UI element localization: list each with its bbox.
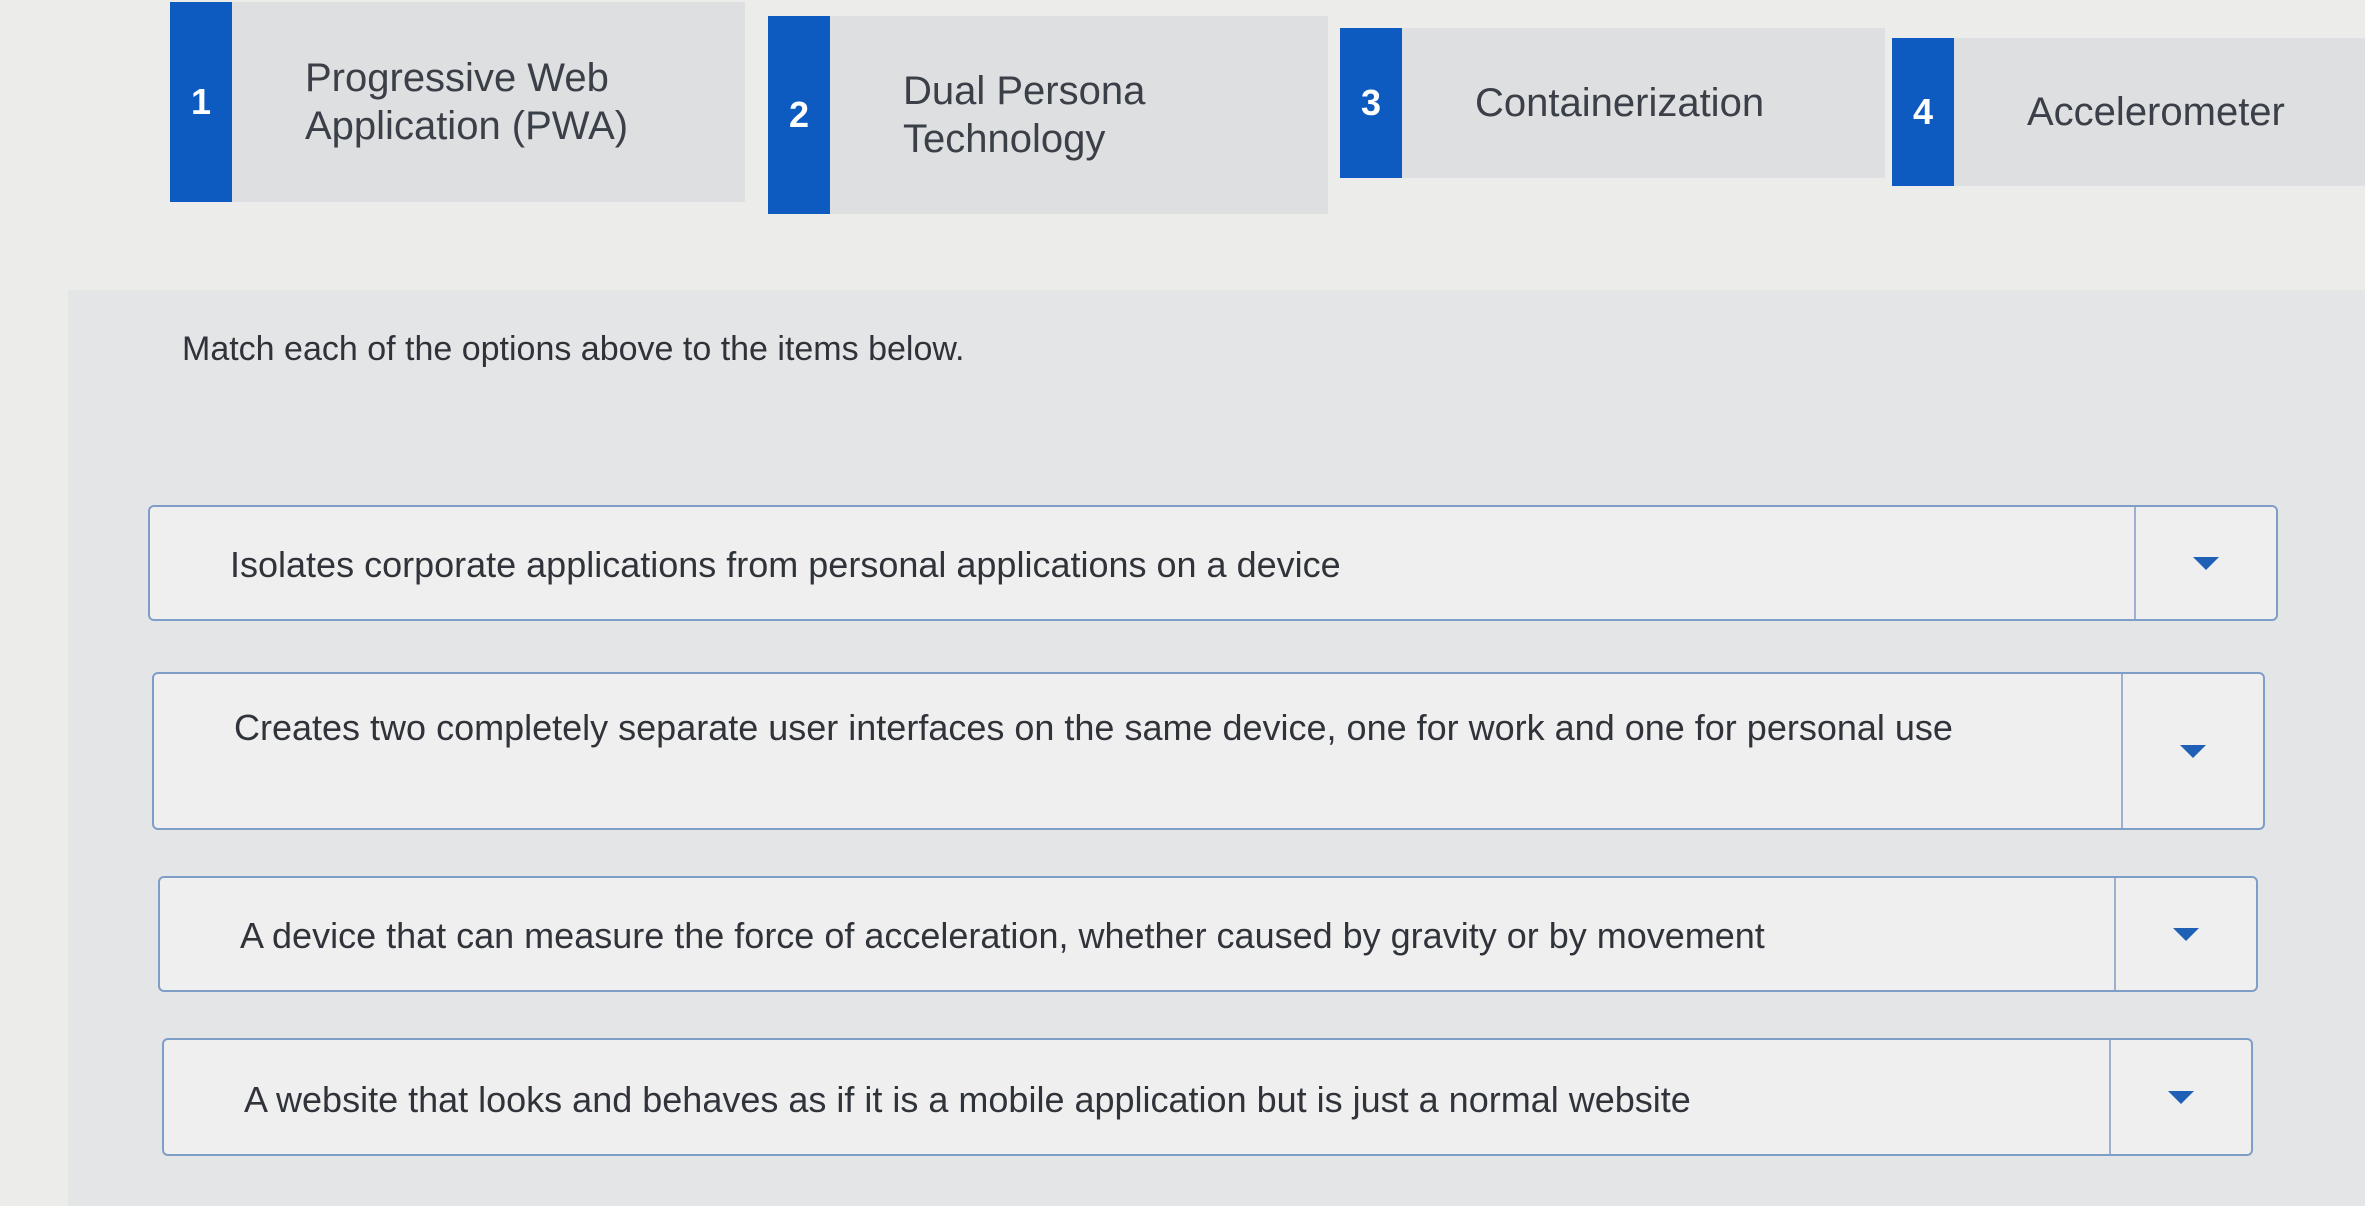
caret-down-icon <box>2168 1090 2194 1104</box>
match-item: A website that looks and behaves as if i… <box>162 1038 2253 1156</box>
option-label: Containerization <box>1475 81 1765 125</box>
option-3: 3 Containerization <box>1340 28 1885 178</box>
option-2: 2 Dual Persona Technology <box>768 16 1328 214</box>
caret-down-icon <box>2173 927 2199 941</box>
caret-down-icon <box>2180 744 2206 758</box>
match-item: Creates two completely separate user int… <box>152 672 2265 830</box>
option-label: Accelerometer <box>2027 90 2285 134</box>
options-row: 1 Progressive Web Application (PWA) 2 Du… <box>170 0 2365 230</box>
match-item: A device that can measure the force of a… <box>158 876 2258 992</box>
match-dropdown[interactable] <box>2121 674 2263 828</box>
match-item-text: A device that can measure the force of a… <box>240 915 1765 956</box>
match-item-text: Isolates corporate applications from per… <box>230 544 1341 585</box>
match-dropdown[interactable] <box>2114 878 2256 990</box>
option-number-badge: 1 <box>170 2 232 202</box>
option-label: Dual Persona Technology <box>903 69 1146 161</box>
option-4: 4 Accelerometer <box>1892 38 2365 186</box>
caret-down-icon <box>2193 556 2219 570</box>
question-panel: Match each of the options above to the i… <box>68 290 2365 1206</box>
match-item-text: Creates two completely separate user int… <box>234 707 1953 748</box>
option-label: Progressive Web Application (PWA) <box>305 56 629 148</box>
option-number-badge: 2 <box>768 16 830 214</box>
option-number-badge: 4 <box>1892 38 1954 186</box>
match-item: Isolates corporate applications from per… <box>148 505 2278 621</box>
match-dropdown[interactable] <box>2109 1040 2251 1154</box>
option-number-badge: 3 <box>1340 28 1402 178</box>
instruction-text: Match each of the options above to the i… <box>182 330 965 368</box>
match-dropdown[interactable] <box>2134 507 2276 619</box>
match-item-text: A website that looks and behaves as if i… <box>244 1079 1691 1120</box>
option-1: 1 Progressive Web Application (PWA) <box>170 2 745 202</box>
